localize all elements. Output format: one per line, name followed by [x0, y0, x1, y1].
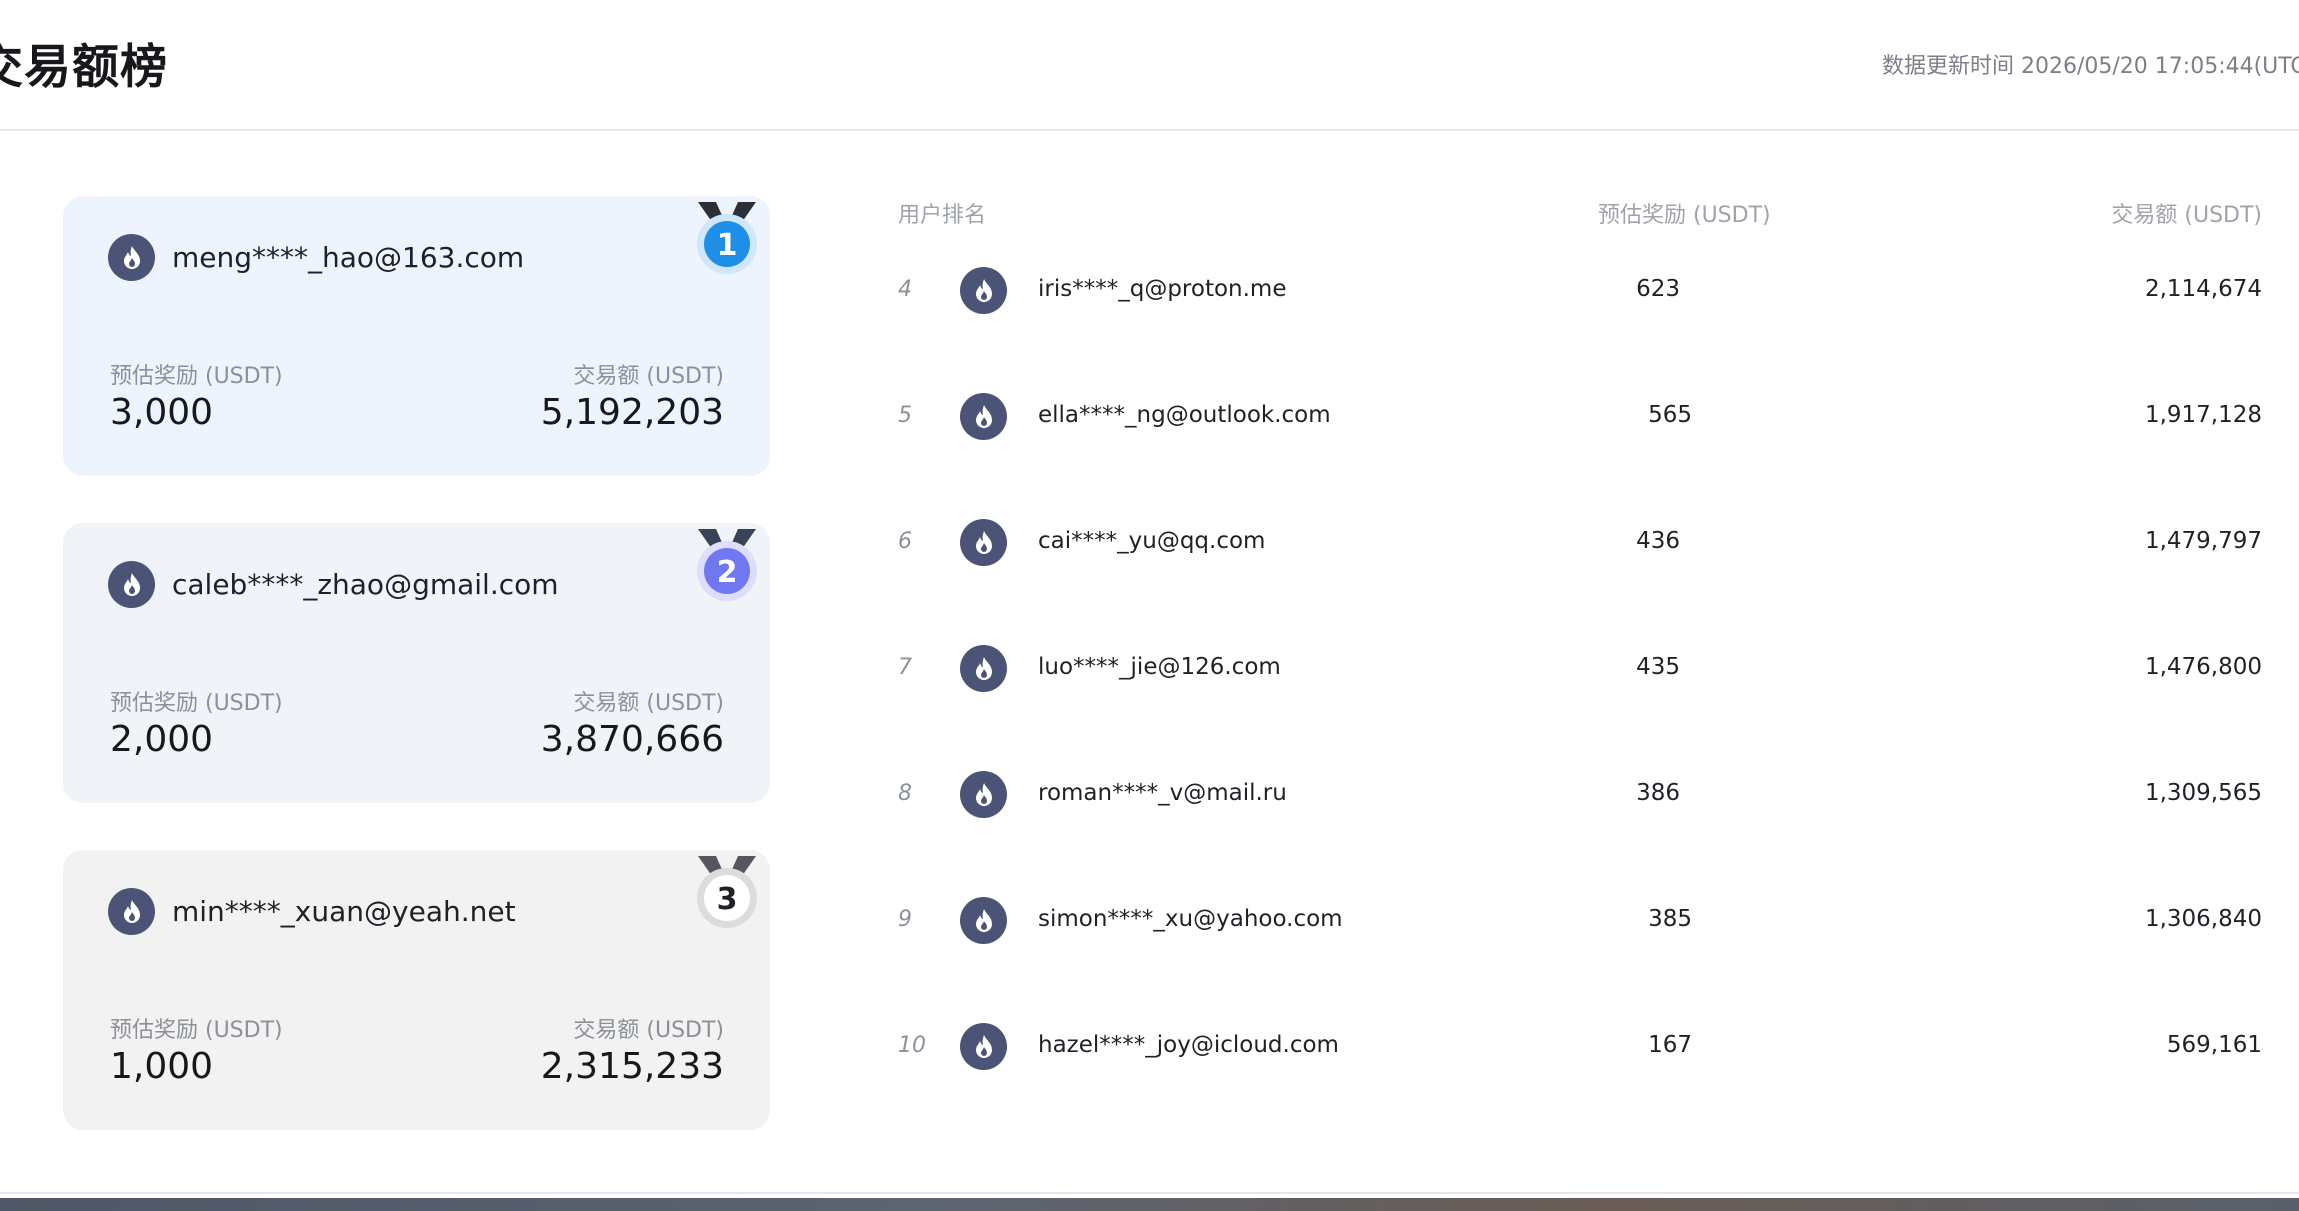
flame-icon [108, 888, 155, 935]
gold-medal-icon: 1 [697, 202, 757, 274]
reward-label: 预估奖励 (USDT) [110, 1018, 283, 1043]
row-volume: 1,479,797 [2144, 528, 2262, 554]
medal-rank-text: 2 [717, 555, 738, 590]
flame-icon [960, 645, 1007, 692]
bronze-medal-icon: 3 [697, 856, 757, 928]
table-row: 7 luo****_jie@126.com 435 1,476,800 [890, 640, 2262, 700]
volume-value: 3,870,666 [540, 719, 724, 760]
top-card-1: meng****_hao@163.com 预估奖励 (USDT) 3,000 交… [63, 196, 770, 476]
flame-icon [960, 897, 1007, 944]
flame-icon [960, 519, 1007, 566]
flame-icon [108, 234, 155, 281]
row-rank: 4 [898, 277, 912, 302]
row-rank: 9 [898, 907, 912, 932]
row-rank: 8 [898, 781, 912, 806]
card-username: meng****_hao@163.com [172, 241, 525, 274]
row-volume: 1,476,800 [2144, 654, 2262, 680]
table-row: 5 ella****_ng@outlook.com 565 1,917,128 [890, 388, 2262, 448]
row-username: iris****_q@proton.me [1038, 276, 1287, 302]
silver-medal-icon: 2 [697, 529, 757, 601]
header-reward: 预估奖励 (USDT) [1598, 203, 1771, 228]
row-volume: 1,309,565 [2144, 780, 2262, 806]
volume-value: 2,315,233 [540, 1046, 724, 1087]
medal-rank-text: 3 [717, 882, 738, 917]
page-title: 交易额榜 [0, 40, 168, 95]
volume-label: 交易额 (USDT) [573, 364, 724, 389]
table-row: 10 hazel****_joy@icloud.com 167 569,161 [890, 1018, 2262, 1078]
volume-value: 5,192,203 [540, 392, 724, 433]
row-reward: 435 [1636, 654, 1680, 680]
top-card-3: min****_xuan@yeah.net 预估奖励 (USDT) 1,000 … [63, 850, 770, 1130]
card-username: min****_xuan@yeah.net [172, 895, 516, 928]
table-row: 9 simon****_xu@yahoo.com 385 1,306,840 [890, 892, 2262, 952]
row-username: luo****_jie@126.com [1038, 654, 1281, 680]
table-row: 4 iris****_q@proton.me 623 2,114,674 [890, 262, 2262, 322]
row-rank: 10 [898, 1033, 926, 1058]
row-username: ella****_ng@outlook.com [1038, 402, 1331, 428]
table-row: 6 cai****_yu@qq.com 436 1,479,797 [890, 514, 2262, 574]
background-strip [0, 1198, 2299, 1211]
flame-icon [960, 393, 1007, 440]
row-reward: 385 [1648, 906, 1692, 932]
row-username: simon****_xu@yahoo.com [1038, 906, 1343, 932]
flame-icon [960, 267, 1007, 314]
row-reward: 436 [1636, 528, 1680, 554]
row-rank: 6 [898, 529, 912, 554]
volume-label: 交易额 (USDT) [573, 691, 724, 716]
reward-value: 2,000 [110, 719, 214, 760]
row-reward: 565 [1648, 402, 1692, 428]
row-volume: 1,306,840 [2144, 906, 2262, 932]
row-volume: 569,161 [2166, 1032, 2262, 1058]
header-volume: 交易额 (USDT) [2111, 203, 2262, 228]
row-username: roman****_v@mail.ru [1038, 780, 1287, 806]
flame-icon [960, 1023, 1007, 1070]
row-reward: 623 [1636, 276, 1680, 302]
row-rank: 5 [898, 403, 912, 428]
reward-label: 预估奖励 (USDT) [110, 691, 283, 716]
row-volume: 2,114,674 [2144, 276, 2262, 302]
row-rank: 7 [898, 655, 912, 680]
flame-icon [108, 561, 155, 608]
medal-rank-text: 1 [717, 228, 738, 263]
reward-value: 3,000 [110, 392, 214, 433]
row-username: cai****_yu@qq.com [1038, 528, 1266, 554]
volume-label: 交易额 (USDT) [573, 1018, 724, 1043]
row-volume: 1,917,128 [2144, 402, 2262, 428]
top-card-2: caleb****_zhao@gmail.com 预估奖励 (USDT) 2,0… [63, 523, 770, 803]
update-time: 数据更新时间 2026/05/20 17:05:44(UTC [1882, 54, 2299, 79]
reward-label: 预估奖励 (USDT) [110, 364, 283, 389]
row-reward: 386 [1636, 780, 1680, 806]
flame-icon [960, 771, 1007, 818]
row-reward: 167 [1648, 1032, 1692, 1058]
header-user-rank: 用户排名 [898, 203, 987, 228]
card-username: caleb****_zhao@gmail.com [172, 568, 559, 601]
reward-value: 1,000 [110, 1046, 214, 1087]
table-row: 8 roman****_v@mail.ru 386 1,309,565 [890, 766, 2262, 826]
row-username: hazel****_joy@icloud.com [1038, 1032, 1339, 1058]
